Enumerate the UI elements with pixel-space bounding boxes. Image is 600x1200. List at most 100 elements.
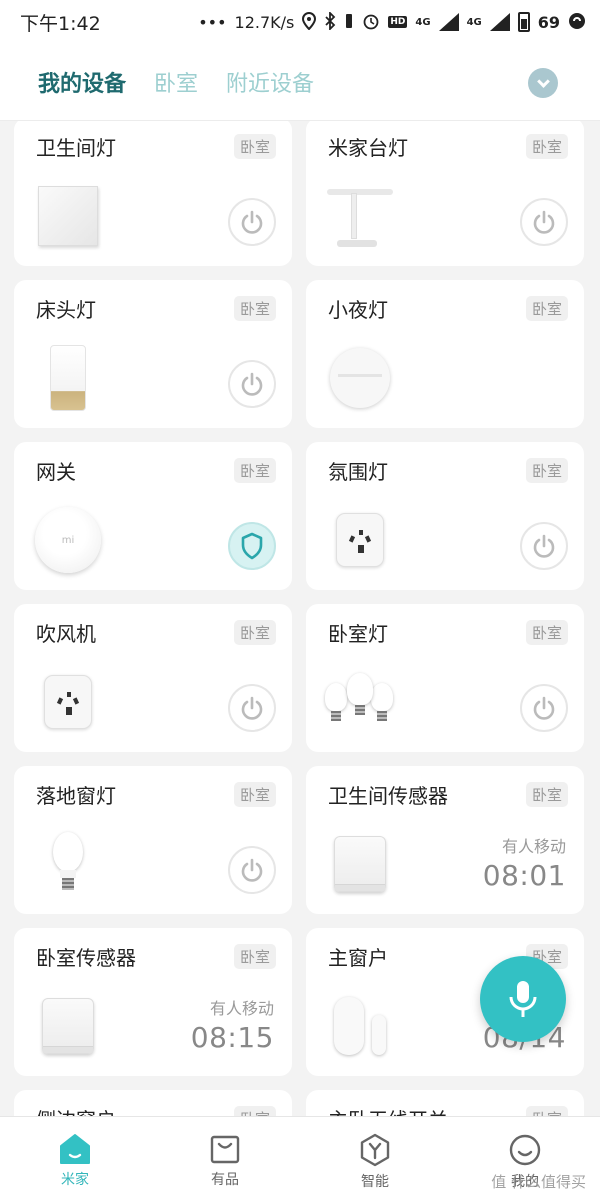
smile-icon bbox=[509, 1134, 541, 1166]
gateway-image: mi bbox=[35, 507, 101, 573]
device-name: 卧室灯 bbox=[328, 622, 388, 646]
chevron-down-icon bbox=[536, 74, 550, 88]
device-name: 氛围灯 bbox=[328, 460, 388, 484]
device-image bbox=[324, 502, 396, 578]
sensor-time: 08:01 bbox=[482, 859, 566, 892]
device-card[interactable]: 卫生间灯 卧室 bbox=[14, 120, 292, 266]
device-room-tag: 卧室 bbox=[525, 134, 568, 159]
device-image bbox=[32, 988, 104, 1064]
top-tab-bar: 我的设备 卧室 附近设备 bbox=[0, 44, 600, 120]
nav-mijia[interactable]: 米家 bbox=[0, 1117, 150, 1200]
device-card[interactable]: 卧室灯 卧室 bbox=[306, 604, 584, 752]
device-room-tag: 卧室 bbox=[233, 620, 276, 645]
status-bar: 下午1:42 ••• 12.7K/s HD 4G 4G 69 bbox=[0, 0, 600, 44]
device-name: 卫生间灯 bbox=[36, 136, 116, 160]
voice-assistant-button[interactable] bbox=[480, 956, 566, 1042]
battery-icon bbox=[517, 12, 530, 32]
nav-youpin[interactable]: 有品 bbox=[150, 1117, 300, 1200]
power-icon bbox=[241, 696, 263, 720]
alarm-icon bbox=[362, 12, 380, 33]
sensor-status: 有人移动 08:01 bbox=[483, 833, 566, 892]
power-icon bbox=[241, 858, 263, 882]
network-4g-2: 4G bbox=[466, 16, 482, 28]
device-name: 床头灯 bbox=[36, 298, 96, 322]
device-card[interactable]: 网关 卧室 mi bbox=[14, 442, 292, 590]
device-card[interactable]: 卧室传感器 卧室 有人移动 08:15 bbox=[14, 928, 292, 1076]
device-card[interactable]: 吹风机 卧室 bbox=[14, 604, 292, 752]
status-icons: ••• 12.7K/s HD 4G 4G 69 bbox=[198, 10, 586, 33]
power-toggle-button[interactable] bbox=[520, 684, 568, 732]
device-name: 主窗户 bbox=[328, 946, 388, 970]
tab-nearby-devices[interactable]: 附近设备 bbox=[226, 66, 314, 98]
device-name: 吹风机 bbox=[36, 622, 96, 646]
nav-smart-label: 智能 bbox=[361, 1174, 389, 1190]
device-room-tag: 卧室 bbox=[233, 944, 276, 969]
power-icon bbox=[533, 696, 555, 720]
power-toggle-button[interactable] bbox=[228, 360, 276, 408]
sensor-status-text: 有人移动 bbox=[209, 999, 274, 1018]
signal-icon-1 bbox=[438, 13, 459, 31]
hd-badge: HD bbox=[388, 16, 408, 28]
device-image bbox=[324, 340, 396, 416]
battery-level: 69 bbox=[537, 12, 560, 32]
power-icon bbox=[533, 210, 555, 234]
power-icon bbox=[241, 372, 263, 396]
device-name: 米家台灯 bbox=[328, 136, 408, 160]
app-notification-icon bbox=[568, 12, 586, 33]
security-toggle-button[interactable] bbox=[228, 522, 276, 570]
vibrate-icon bbox=[344, 12, 354, 33]
device-card[interactable]: 氛围灯 卧室 bbox=[306, 442, 584, 590]
device-name: 侧边窗户 bbox=[36, 1104, 116, 1116]
device-image bbox=[32, 826, 104, 902]
device-card[interactable]: 米家台灯 卧室 bbox=[306, 120, 584, 266]
window-sensor-image bbox=[330, 995, 390, 1057]
device-name: 落地窗灯 bbox=[36, 784, 116, 808]
device-room-tag: 卧室 bbox=[233, 782, 276, 807]
device-image bbox=[32, 664, 104, 740]
power-icon bbox=[533, 534, 555, 558]
device-image bbox=[324, 664, 396, 740]
smart-plug-image bbox=[336, 513, 384, 567]
more-dots: ••• bbox=[198, 12, 227, 32]
bedside-lamp-image bbox=[50, 345, 86, 411]
device-card[interactable]: 小夜灯 卧室 bbox=[306, 280, 584, 428]
device-room-tag: 卧室 bbox=[525, 1106, 568, 1116]
tab-my-devices[interactable]: 我的设备 bbox=[38, 66, 126, 98]
microphone-icon bbox=[509, 981, 537, 1017]
power-toggle-button[interactable] bbox=[228, 684, 276, 732]
device-room-tag: 卧室 bbox=[233, 134, 276, 159]
shopping-bag-icon bbox=[210, 1135, 240, 1164]
bulbs-image bbox=[325, 669, 395, 735]
network-4g-1: 4G bbox=[415, 16, 431, 28]
device-card[interactable]: 卫生间传感器 卧室 有人移动 08:01 bbox=[306, 766, 584, 914]
device-card[interactable]: 落地窗灯 卧室 bbox=[14, 766, 292, 914]
tab-bedroom[interactable]: 卧室 bbox=[154, 66, 198, 98]
power-toggle-button[interactable] bbox=[520, 522, 568, 570]
night-light-image bbox=[330, 348, 390, 408]
sensor-time: 08:15 bbox=[190, 1021, 274, 1054]
power-toggle-button[interactable] bbox=[520, 198, 568, 246]
wall-switch-image bbox=[38, 186, 98, 246]
network-speed: 12.7K/s bbox=[234, 12, 295, 32]
nav-smart[interactable]: 智能 bbox=[300, 1117, 450, 1200]
signal-icon-2 bbox=[489, 13, 510, 31]
location-icon bbox=[302, 11, 317, 33]
device-card[interactable]: 侧边窗户 卧室 bbox=[14, 1090, 292, 1116]
device-card[interactable]: 床头灯 卧室 bbox=[14, 280, 292, 428]
sensor-status-text: 有人移动 bbox=[501, 837, 566, 856]
device-room-tag: 卧室 bbox=[525, 458, 568, 483]
device-card[interactable]: 主卧无线开关 卧室 bbox=[306, 1090, 584, 1116]
motion-sensor-image bbox=[42, 998, 94, 1054]
bulb-image bbox=[53, 832, 83, 896]
power-toggle-button[interactable] bbox=[228, 846, 276, 894]
device-name: 小夜灯 bbox=[328, 298, 388, 322]
power-toggle-button[interactable] bbox=[228, 198, 276, 246]
device-room-tag: 卧室 bbox=[233, 296, 276, 321]
device-room-tag: 卧室 bbox=[525, 296, 568, 321]
device-image: mi bbox=[32, 502, 104, 578]
desk-lamp-image bbox=[325, 185, 395, 247]
motion-sensor-image bbox=[334, 836, 386, 892]
hexagon-y-icon bbox=[360, 1133, 390, 1167]
room-dropdown-button[interactable] bbox=[528, 68, 558, 98]
device-name: 网关 bbox=[36, 460, 76, 484]
